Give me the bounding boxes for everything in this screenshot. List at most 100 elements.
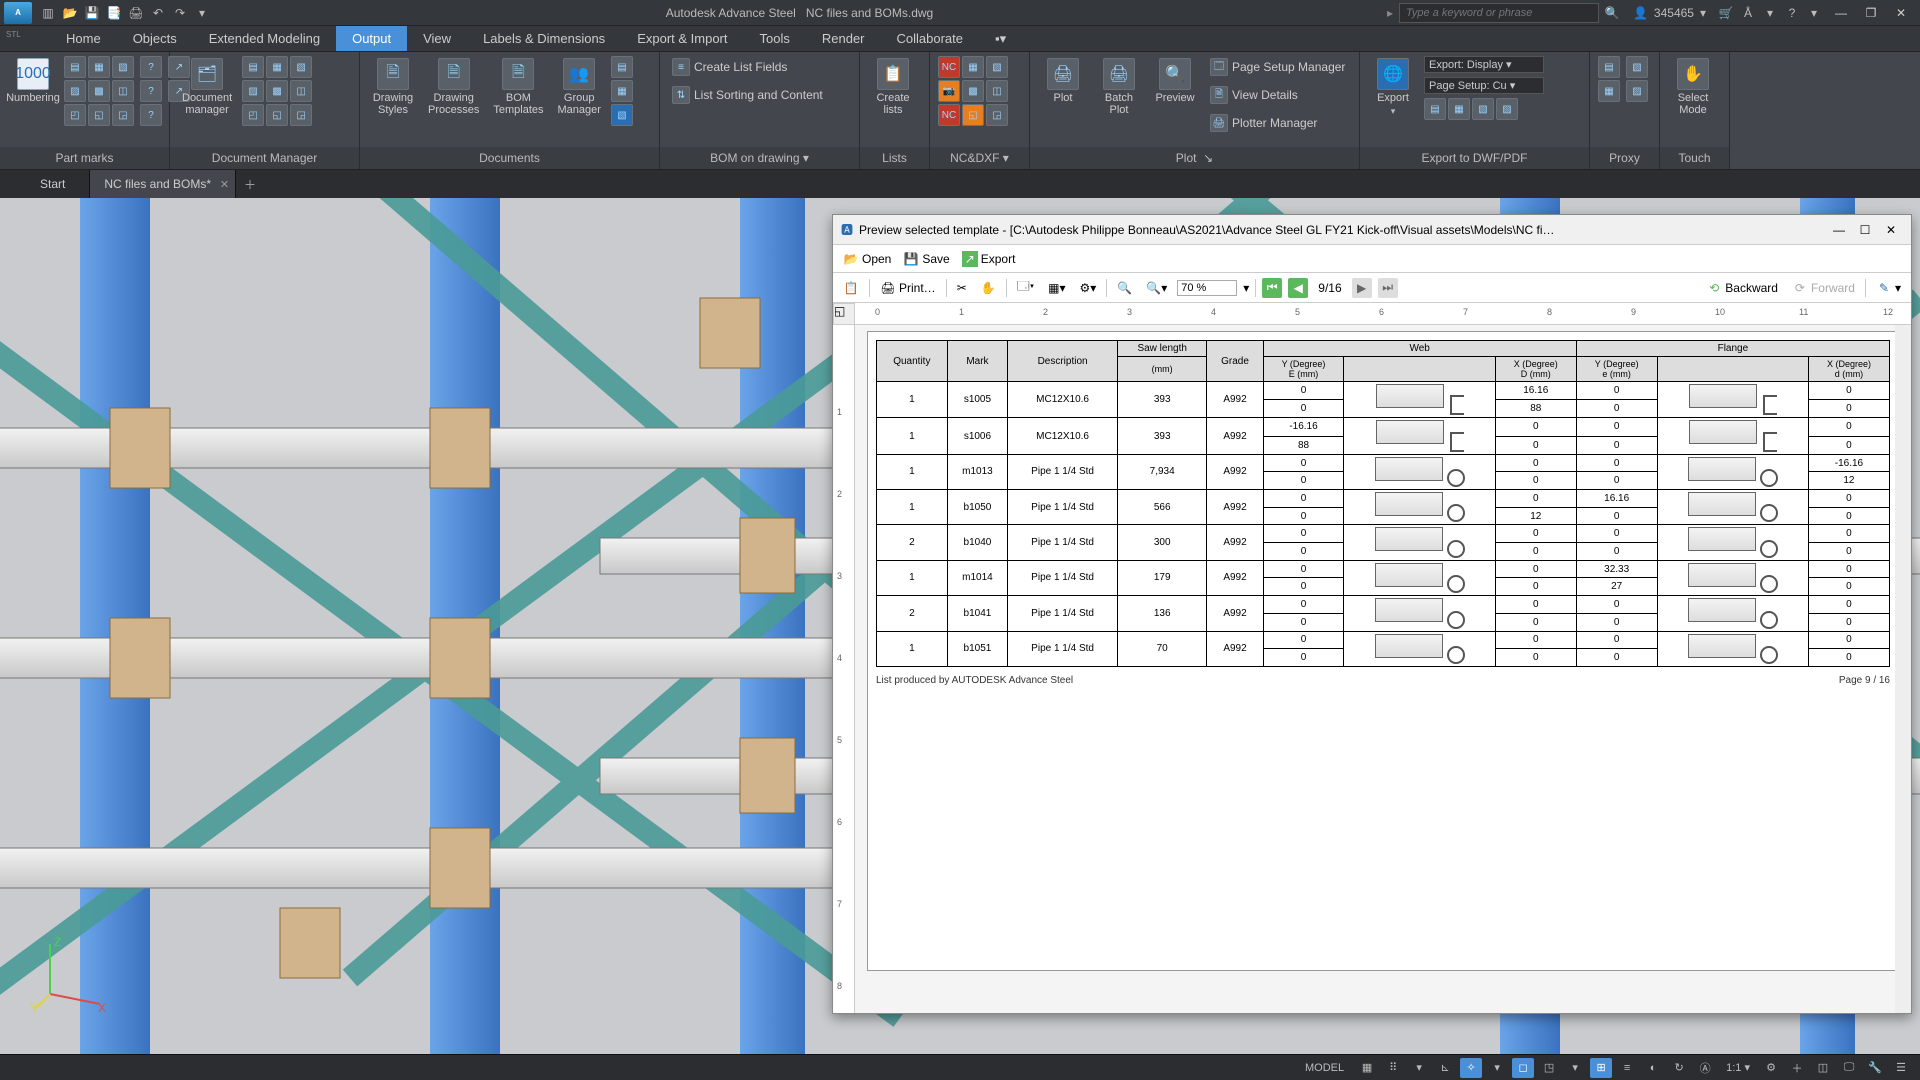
drawing-processes-button[interactable]: 🗎Drawing Processes: [424, 56, 483, 118]
sb-3dosnap-icon[interactable]: ◳: [1538, 1058, 1560, 1078]
tab-view[interactable]: View: [407, 26, 467, 51]
sb-ortho-icon[interactable]: ⊾: [1434, 1058, 1456, 1078]
first-page-button[interactable]: ⏮: [1262, 278, 1282, 298]
sb-dyninput-icon[interactable]: ⊞: [1590, 1058, 1612, 1078]
tb-zoom-icon[interactable]: 🔍: [1113, 279, 1136, 297]
pm-btn-6[interactable]: ◫: [112, 80, 134, 102]
sb-lineweight-icon[interactable]: ≡: [1616, 1058, 1638, 1078]
tb-hand-icon[interactable]: ✋: [977, 279, 1000, 297]
forward-button[interactable]: ⟳Forward: [1788, 278, 1859, 298]
dialog-vscrollbar[interactable]: [1895, 325, 1911, 1013]
pm-btn-5[interactable]: ▩: [88, 80, 110, 102]
dm-btn-7[interactable]: ◰: [242, 104, 264, 126]
sb-gear-icon[interactable]: ⚙: [1760, 1058, 1782, 1078]
sb-dropdown-2[interactable]: ▾: [1486, 1058, 1508, 1078]
search-icon[interactable]: 🔍: [1601, 6, 1623, 20]
dm-btn-1[interactable]: ▤: [242, 56, 264, 78]
user-dropdown-icon[interactable]: ▾: [1700, 6, 1706, 20]
highlight-button[interactable]: ✎▾: [1872, 278, 1905, 298]
dialog-maximize-button[interactable]: ☐: [1853, 223, 1877, 237]
sb-snap-icon[interactable]: ⠿: [1382, 1058, 1404, 1078]
close-button[interactable]: ✕: [1886, 0, 1916, 26]
save-button[interactable]: 💾Save: [899, 249, 953, 269]
axis-gizmo[interactable]: Z X Y: [30, 934, 110, 1014]
sb-plus-icon[interactable]: ＋: [1786, 1058, 1808, 1078]
proxy-4[interactable]: ▨: [1626, 80, 1648, 102]
batch-plot-button[interactable]: 🖨Batch Plot: [1094, 56, 1144, 118]
list-sorting-button[interactable]: ⇅List Sorting and Content: [668, 84, 827, 106]
copy-button[interactable]: 📋: [839, 278, 863, 298]
next-page-button[interactable]: ▶: [1352, 278, 1372, 298]
ex-s2[interactable]: ▦: [1448, 98, 1470, 120]
sb-iso-icon[interactable]: ◫: [1812, 1058, 1834, 1078]
plotter-manager-button[interactable]: 🖨Plotter Manager: [1206, 112, 1349, 134]
dm-btn-2[interactable]: ▦: [266, 56, 288, 78]
ex-s4[interactable]: ▨: [1496, 98, 1518, 120]
sb-grid-icon[interactable]: ▦: [1356, 1058, 1378, 1078]
pm-btn-3[interactable]: ▧: [112, 56, 134, 78]
qat-open-icon[interactable]: 📂: [60, 3, 80, 23]
qat-dropdown-icon[interactable]: ▾: [192, 3, 212, 23]
drawing-styles-button[interactable]: 🗎Drawing Styles: [368, 56, 418, 118]
bom-templates-button[interactable]: 🗎BOM Templates: [489, 56, 547, 118]
add-tab-button[interactable]: ＋: [236, 170, 264, 198]
sb-polar-icon[interactable]: ✧: [1460, 1058, 1482, 1078]
export-display-combo[interactable]: Export: Display ▾: [1424, 56, 1544, 73]
sb-osnap-icon[interactable]: ◻: [1512, 1058, 1534, 1078]
group-manager-button[interactable]: 👥Group Manager: [554, 56, 605, 118]
tb-cut-icon[interactable]: ✂: [953, 279, 971, 297]
search-input[interactable]: [1399, 3, 1599, 23]
preview-button[interactable]: 🔍Preview: [1150, 56, 1200, 106]
tb-layout-icon[interactable]: 🗔▾: [1013, 275, 1038, 300]
qat-saveas-icon[interactable]: 📑: [104, 3, 124, 23]
ex-s3[interactable]: ▧: [1472, 98, 1494, 120]
dm-btn-8[interactable]: ◱: [266, 104, 288, 126]
dialog-minimize-button[interactable]: —: [1827, 223, 1851, 237]
help-icon[interactable]: ?: [1782, 3, 1802, 23]
print-button[interactable]: 🖨Print…: [876, 278, 940, 298]
nc-1[interactable]: NC: [938, 56, 960, 78]
doc-s3[interactable]: ▧: [611, 104, 633, 126]
tb-gear-icon[interactable]: ⚙▾: [1076, 279, 1101, 297]
page-setup-manager-button[interactable]: 🗔Page Setup Manager: [1206, 56, 1349, 78]
sb-transparency-icon[interactable]: ◐: [1642, 1058, 1664, 1078]
app-icon[interactable]: A: [4, 2, 32, 24]
pm-q3[interactable]: ?: [140, 104, 162, 126]
nc-5[interactable]: ▩: [962, 80, 984, 102]
last-page-button[interactable]: ⏭: [1378, 278, 1398, 298]
tab-tools[interactable]: Tools: [744, 26, 806, 51]
doc-tab-active[interactable]: NC files and BOMs*✕: [90, 170, 236, 198]
tab-output[interactable]: Output: [336, 26, 407, 51]
document-manager-button[interactable]: 🗂 Document manager: [178, 56, 236, 118]
panel-launcher-icon[interactable]: ↘: [1203, 151, 1213, 165]
minimize-button[interactable]: —: [1826, 0, 1856, 26]
dialog-close-button[interactable]: ✕: [1879, 223, 1903, 237]
dm-btn-6[interactable]: ◫: [290, 80, 312, 102]
ex-s1[interactable]: ▤: [1424, 98, 1446, 120]
export-button[interactable]: 🌐Export▾: [1368, 56, 1418, 119]
help-dropdown-icon[interactable]: ▾: [1804, 3, 1824, 23]
pm-btn-8[interactable]: ◱: [88, 104, 110, 126]
zoom-field[interactable]: [1177, 280, 1237, 296]
tb-zoom-fit-icon[interactable]: 🔍▾: [1142, 279, 1171, 297]
tab-export-import[interactable]: Export & Import: [621, 26, 743, 51]
tb-grid-icon[interactable]: ▦▾: [1044, 279, 1069, 297]
dropdown-icon[interactable]: ▾: [1760, 3, 1780, 23]
pm-btn-2[interactable]: ▦: [88, 56, 110, 78]
qat-undo-icon[interactable]: ↶: [148, 3, 168, 23]
pm-q2[interactable]: ?: [140, 80, 162, 102]
dm-btn-4[interactable]: ▨: [242, 80, 264, 102]
create-list-fields-button[interactable]: ≡Create List Fields: [668, 56, 827, 78]
doc-tab-start[interactable]: Start: [0, 170, 90, 198]
proxy-2[interactable]: ▦: [1598, 80, 1620, 102]
sb-dropdown-1[interactable]: ▾: [1408, 1058, 1430, 1078]
prev-page-button[interactable]: ◀: [1288, 278, 1308, 298]
close-tab-icon[interactable]: ✕: [220, 178, 229, 191]
proxy-1[interactable]: ▤: [1598, 56, 1620, 78]
plot-button[interactable]: 🖨Plot: [1038, 56, 1088, 106]
model-space-button[interactable]: MODEL: [1297, 1062, 1352, 1074]
sb-dropdown-3[interactable]: ▾: [1564, 1058, 1586, 1078]
sb-menu-icon[interactable]: ☰: [1890, 1058, 1912, 1078]
user-area[interactable]: 👤 345465 ▾: [1633, 6, 1706, 20]
view-details-button[interactable]: 🗎View Details: [1206, 84, 1349, 106]
